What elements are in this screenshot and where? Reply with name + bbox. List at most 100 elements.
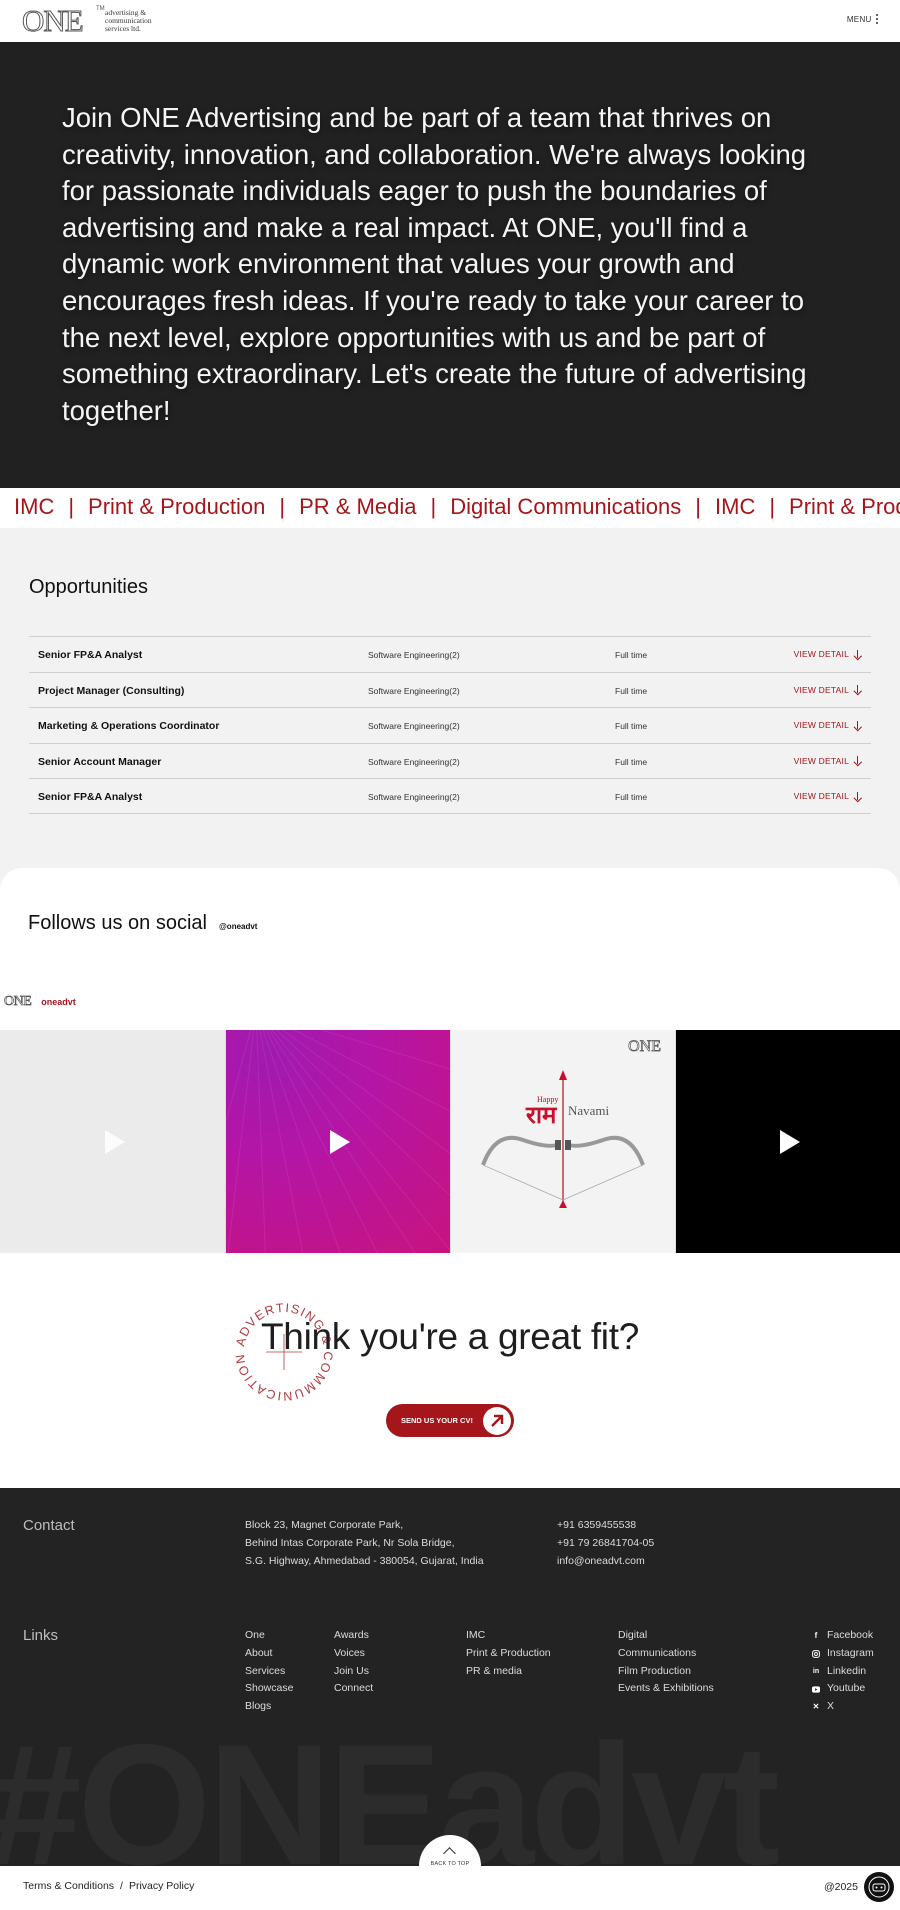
logo-wordmark: ONE (22, 3, 85, 38)
footer-link[interactable]: Awards (334, 1627, 373, 1645)
footer-link[interactable]: About (245, 1645, 293, 1663)
hero-text: Join ONE Advertising and be part of a te… (62, 102, 807, 426)
play-icon (104, 1130, 125, 1154)
chat-widget-icon[interactable] (864, 1872, 894, 1902)
arrow-up-right-icon (483, 1406, 511, 1435)
view-detail-button[interactable]: VIEW DETAIL (794, 720, 861, 730)
job-row: Senior FP&A Analyst Software Engineering… (29, 636, 871, 672)
job-type: Full time (615, 685, 648, 696)
footer-links-col-4: Digital Communications Film Production E… (618, 1627, 714, 1698)
phone-link[interactable]: +91 79 26841704-05 (557, 1535, 654, 1553)
marquee-item: Digital Communications (450, 494, 682, 519)
social-link-x[interactable]: ✕ X (812, 1698, 874, 1716)
footer-link[interactable]: Communications (618, 1645, 714, 1663)
footer-link[interactable]: Print & Production (466, 1645, 551, 1663)
footer-contact-info: +91 6359455538 +91 79 26841704-05 info@o… (557, 1517, 654, 1570)
facebook-icon: f (814, 1631, 818, 1640)
social-link-label: Youtube (827, 1682, 866, 1695)
footer-links-col-2: Awards Voices Join Us Connect (334, 1627, 373, 1698)
feed-post[interactable] (0, 1030, 225, 1254)
cta-section: ADVERTISING & COMMUNICATION Think you're… (0, 1253, 900, 1488)
send-cv-label: SEND US YOUR CV! (401, 1416, 473, 1425)
job-type: Full time (615, 721, 648, 731)
social-link-linkedin[interactable]: in Linkedin (812, 1663, 874, 1681)
job-title: Senior FP&A Analyst (38, 791, 143, 803)
footer-link[interactable]: Connect (334, 1680, 373, 1698)
linkedin-icon: in (812, 1667, 820, 1675)
view-detail-button[interactable]: VIEW DETAIL (794, 649, 861, 659)
social-link-facebook[interactable]: f Facebook (812, 1627, 874, 1645)
arrow-down-icon (854, 685, 861, 694)
x-icon: ✕ (812, 1702, 820, 1712)
instagram-icon (812, 1649, 820, 1658)
footer-link[interactable]: Voices (334, 1645, 373, 1663)
footer-link[interactable]: Join Us (334, 1663, 373, 1681)
links-heading: Links (23, 1627, 59, 1644)
menu-button[interactable]: MENU (846, 14, 878, 25)
footer-links-col-1: One About Services Showcase Blogs (245, 1627, 293, 1716)
view-detail-button[interactable]: VIEW DETAIL (794, 756, 861, 766)
footer-links-col-3: IMC Print & Production PR & media (466, 1627, 551, 1680)
play-icon (330, 1130, 350, 1154)
logo-tagline: advertising & communication services ltd… (105, 8, 152, 33)
chevron-up-icon (443, 1847, 456, 1860)
footer-link[interactable]: Digital (618, 1627, 714, 1645)
footer-link[interactable]: Film Production (618, 1663, 714, 1681)
footer-link[interactable]: PR & media (466, 1663, 551, 1681)
email-link[interactable]: info@oneadvt.com (557, 1553, 654, 1571)
view-detail-button[interactable]: VIEW DETAIL (794, 685, 861, 695)
view-detail-button[interactable]: VIEW DETAIL (794, 791, 861, 801)
job-row: Senior Account Manager Software Engineer… (29, 742, 871, 779)
youtube-icon (812, 1685, 820, 1693)
job-list: Senior FP&A Analyst Software Engineering… (29, 636, 871, 814)
feed-avatar-logo: ONE (4, 994, 32, 1010)
terms-link[interactable]: Terms & Conditions (23, 1880, 114, 1892)
feed-post[interactable]: ONE Happy राम Navami (450, 1030, 675, 1254)
view-detail-label: VIEW DETAIL (793, 720, 849, 730)
social-link-instagram[interactable]: Instagram (812, 1645, 874, 1663)
footer-link[interactable]: Showcase (245, 1680, 293, 1698)
footer-link[interactable]: One (245, 1627, 293, 1645)
play-icon (780, 1130, 800, 1154)
view-detail-label: VIEW DETAIL (793, 791, 849, 801)
legal-separator: / (120, 1880, 123, 1892)
send-cv-button[interactable]: SEND US YOUR CV! (386, 1404, 514, 1437)
brand-logo[interactable]: ONE TM advertising & communication servi… (22, 3, 162, 38)
instagram-feed-header[interactable]: ONE oneadvt (4, 994, 76, 1010)
job-row: Project Manager (Consulting) Software En… (29, 671, 871, 708)
footer-link[interactable]: IMC (466, 1627, 551, 1645)
phone-link[interactable]: +91 6359455538 (557, 1517, 654, 1535)
social-handle[interactable]: @oneadvt (219, 922, 257, 931)
job-type: Full time (615, 650, 648, 660)
footer-link[interactable]: Events & Exhibitions (618, 1680, 714, 1698)
feed-post[interactable] (225, 1030, 450, 1254)
social-link-youtube[interactable]: Youtube (812, 1680, 874, 1698)
job-department: Software Engineering(2) (368, 685, 460, 696)
footer-address: Block 23, Magnet Corporate Park, Behind … (245, 1517, 484, 1570)
marquee-item: PR & Media (299, 494, 417, 519)
bottom-bar: Terms & Conditions / Privacy Policy @202… (0, 1866, 900, 1910)
arrow-down-icon (854, 791, 861, 801)
address-line: Behind Intas Corporate Park, Nr Sola Bri… (245, 1536, 455, 1549)
social-section: Follows us on social @oneadvt ONE oneadv… (0, 868, 900, 1254)
marquee-item: Print & Production (88, 494, 266, 519)
view-detail-label: VIEW DETAIL (793, 649, 849, 659)
privacy-link[interactable]: Privacy Policy (129, 1880, 194, 1892)
footer-link[interactable]: Services (245, 1663, 293, 1681)
arrow-down-icon (854, 756, 861, 765)
arrow-down-icon (854, 720, 861, 730)
job-type: Full time (615, 756, 648, 767)
marquee-separator: | (279, 494, 286, 519)
job-type: Full time (615, 792, 648, 802)
social-link-label: Instagram (827, 1646, 874, 1659)
feed-post[interactable] (675, 1030, 900, 1254)
job-title: Marketing & Operations Coordinator (38, 720, 220, 732)
social-link-label: X (827, 1700, 835, 1713)
marquee-item: IMC (14, 494, 55, 519)
job-row: Senior FP&A Analyst Software Engineering… (29, 778, 871, 814)
hero-section: Join ONE Advertising and be part of a te… (0, 42, 900, 488)
marquee-item: IMC (715, 494, 756, 519)
footer-link[interactable]: Blogs (245, 1698, 293, 1716)
marquee-separator: | (68, 494, 75, 519)
menu-label: MENU (846, 14, 872, 24)
